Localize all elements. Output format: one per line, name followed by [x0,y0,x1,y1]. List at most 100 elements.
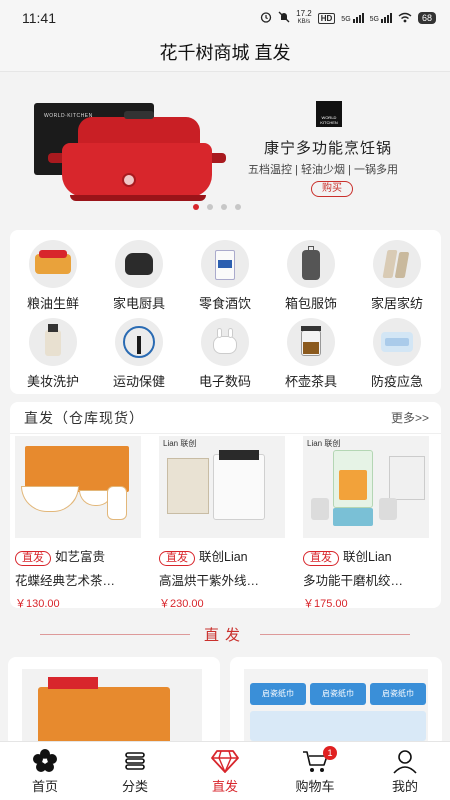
category-snack-drink[interactable]: 零食酒饮 [185,240,265,312]
hd-badge: HD [317,12,336,24]
buy-button[interactable]: 购买 [311,181,353,197]
tab-profile[interactable]: 我的 [360,742,450,800]
cart-icon [270,748,360,774]
category-label: 电子数码 [198,374,251,389]
tab-home[interactable]: 首页 [0,742,90,800]
tissue-pack-image: 启瓷纸巾 [250,683,306,705]
product-image: Lian 联创 [303,436,429,538]
category-label: 防疫应急 [370,374,423,389]
category-grid: 粮油生鲜 家电厨具 零食酒饮 箱包服饰 家居家纺 美妆洗护 运动保健 电子数码 … [10,230,441,394]
brand-logo: WORLD KITCHEN [316,101,342,127]
category-label: 家电厨具 [112,296,165,311]
speed-value: 17.2 [296,9,312,18]
tab-category[interactable]: 分类 [90,742,180,800]
category-label: 箱包服饰 [284,296,337,311]
signal-1-label: 5G [341,16,351,23]
category-sport-health[interactable]: 运动保健 [99,318,179,390]
carousel-dot-active[interactable] [193,204,199,210]
network-speed: 17.2 KB/s [296,10,312,26]
pot-base-image [70,195,206,201]
brand-logo-text: Lian 联创 [307,439,341,448]
product-name: 多功能干磨机绞… [303,574,404,588]
product-card[interactable] [8,657,220,747]
divider-line-right [260,634,410,635]
tab-cart[interactable]: 1 购物车 [270,742,360,800]
tissue-pack-image: 启瓷纸巾 [310,683,366,705]
category-epidemic[interactable]: 防疫应急 [357,318,437,390]
tab-label: 分类 [121,779,148,794]
pot-knob-image [124,111,154,119]
product-card[interactable]: Lian 联创 直发 联创Lian 高温烘干紫外线… ￥230.00 [159,436,291,608]
sport-health-icon [115,318,163,366]
category-grain-fresh[interactable]: 粮油生鲜 [13,240,93,312]
product-name: 高温烘干紫外线… [159,574,260,588]
category-label: 杯壶茶具 [284,374,337,389]
pot-dial-image [122,173,136,187]
section-divider: 直发 [0,624,450,644]
signal-2: 5G [370,13,392,23]
diamond-icon [180,748,270,774]
home-textile-icon [373,240,421,288]
carousel-dot[interactable] [207,204,213,210]
direct-tag: 直发 [15,551,51,566]
product-card[interactable]: Lian 联创 直发 联创Lian 多功能干磨机绞… ￥175.00 [303,436,435,608]
section-title: 直发（仓库现货） [24,409,144,426]
battery-indicator: 68 [417,12,436,24]
earbuds-icon [201,318,249,366]
tab-label: 直发 [211,779,238,794]
tab-label: 首页 [31,779,58,794]
product-brand: 联创Lian [343,550,392,564]
product-box-image [38,687,170,747]
banner-subtitle: 五档温控 | 轻油少烟 | 一锅多用 [248,164,398,176]
product-title-line1: 直发 联创Lian [303,546,435,566]
mute-icon [278,11,290,25]
speed-unit: KB/s [297,19,311,25]
direct-tag: 直发 [159,551,195,566]
category-home-textile[interactable]: 家居家纺 [357,240,437,312]
status-icons: 17.2 KB/s HD 5G 5G 68 [260,10,436,26]
tab-direct[interactable]: 直发 [180,742,270,800]
carousel-indicator[interactable] [193,204,241,210]
alarm-icon [260,11,272,25]
product-card[interactable]: 启瓷纸巾 启瓷纸巾 启瓷纸巾 [230,657,442,747]
snack-drink-icon [201,240,249,288]
category-cosmetics[interactable]: 美妆洗护 [13,318,93,390]
wifi-icon [398,12,412,25]
category-label: 美妆洗护 [26,374,79,389]
profile-icon [360,748,450,774]
category-label: 家居家纺 [370,296,423,311]
status-bar: 11:41 17.2 KB/s HD 5G 5G 68 [0,0,450,36]
brand-logo-text: Lian 联创 [163,439,197,448]
rice-cooker-icon [115,240,163,288]
divider-title: 直发 [193,627,256,644]
page-title: 花千树商城 直发 [0,36,450,72]
product-price: ￥130.00 [15,598,60,608]
promo-banner[interactable]: WORLD·KITCHEN WORLD KITCHEN 康宁多功能烹饪锅 五档温… [0,73,450,223]
luggage-icon [287,240,335,288]
category-appliance[interactable]: 家电厨具 [99,240,179,312]
direct-tag: 直发 [303,551,339,566]
carousel-dot[interactable] [221,204,227,210]
category-teaware[interactable]: 杯壶茶具 [271,318,351,390]
banner-title: 康宁多功能烹饪锅 [264,140,393,157]
product-price: ￥230.00 [159,598,204,608]
cosmetics-icon [29,318,77,366]
product-price: ￥175.00 [303,598,348,608]
tab-label: 购物车 [295,779,335,794]
category-luggage[interactable]: 箱包服饰 [271,240,351,312]
category-label: 运动保健 [112,374,165,389]
category-label: 粮油生鲜 [26,296,79,311]
grain-fresh-icon [29,240,77,288]
more-link[interactable]: 更多>> [391,409,429,426]
category-label: 零食酒饮 [198,296,251,311]
product-lid-image [48,677,98,689]
product-title-line1: 直发 联创Lian [159,546,291,566]
product-title-line1: 直发 如艺富贵 [15,546,147,566]
carousel-dot[interactable] [235,204,241,210]
product-card[interactable]: 直发 如艺富贵 花蝶经典艺术茶… ￥130.00 [15,436,147,608]
pot-body-image [62,143,212,197]
divider-line-left [40,634,190,635]
signal-1: 5G [341,13,364,23]
category-digital[interactable]: 电子数码 [185,318,265,390]
category-icon [90,748,180,774]
